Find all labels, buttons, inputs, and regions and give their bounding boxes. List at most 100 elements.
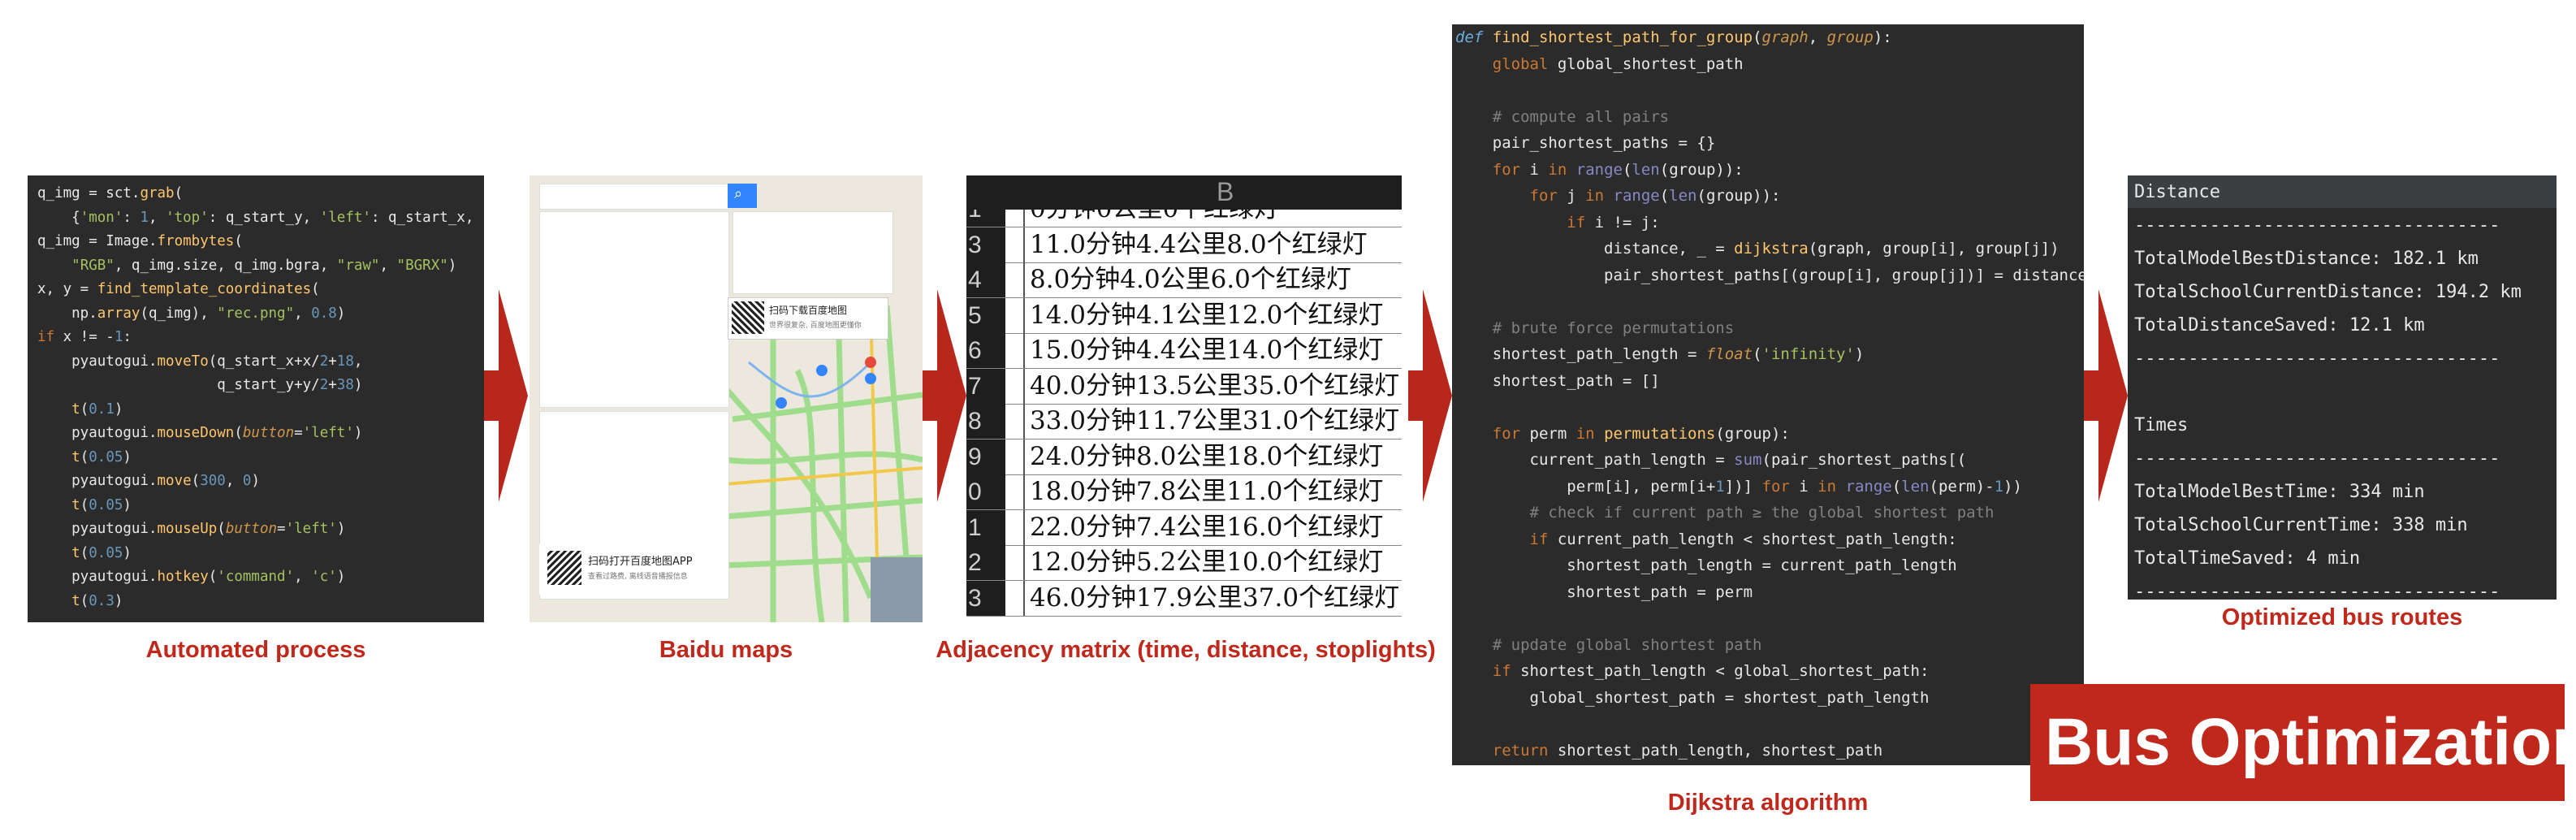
code-line: t(0.05) (71, 544, 132, 561)
code-line: pyautogui.moveTo(q_start_x+x/2+18, (37, 353, 363, 370)
code-line: if x != -1: (37, 329, 132, 345)
caption-dijkstra: Dijkstra algorithm (1667, 790, 1869, 816)
row-number: 0 (966, 474, 1005, 509)
code-line: if shortest_path_length < global_shortes… (1492, 662, 1930, 680)
sheet-cell: 15.0分钟4.4公里14.0个红绿灯 (1030, 336, 1384, 365)
sheet-row: 5 14.0分钟4.1公里12.0个红绿灯 (966, 297, 1402, 334)
row-number: 9 (966, 439, 1005, 474)
download-promo: 扫码下载百度地图 世界很复杂, 百度地图更懂你 (728, 297, 888, 340)
row-number: 3 (966, 227, 1005, 262)
code-line: shortest_path_length = float('infinity') (1455, 345, 1865, 363)
row-gutter (1005, 474, 1025, 509)
sheet-row: 0 18.0分钟7.8公里11.0个红绿灯 (966, 474, 1402, 510)
app-promo-subtitle: 查看过路费, 离线语音播报信息 (588, 573, 688, 581)
sheet-cell: 18.0分钟7.8公里11.0个红绿灯 (1030, 477, 1384, 506)
row-gutter (1005, 545, 1025, 580)
row-gutter (1005, 580, 1025, 616)
search-bar[interactable] (539, 184, 729, 210)
code-line: pair_shortest_paths = {} (1455, 134, 1716, 152)
code-line: pyautogui.mouseUp(button='left') (37, 521, 346, 537)
qr-code (732, 301, 764, 334)
dijkstra-code-panel: def find_shortest_path_for_group(graph, … (1452, 24, 2084, 765)
route-list-panel (539, 211, 729, 408)
sheet-cell: 14.0分钟4.1公里12.0个红绿灯 (1030, 300, 1384, 330)
row-number: 4 (966, 262, 1005, 297)
adjacency-matrix-sheet: B 10分钟0公里0个红绿灯311.0分钟4.4公里8.0个红绿灯48.0分钟4… (966, 175, 1408, 622)
total-model-best-distance: TotalModelBestDistance: 182.1 km (2134, 249, 2479, 269)
code-line: perm[i], perm[i+1])] for i in range(len(… (1455, 477, 2022, 496)
caption-adjacency-matrix: Adjacency matrix (time, distance, stopli… (936, 637, 1436, 663)
code-line: distance, _ = dijkstra(graph, group[i], … (1455, 240, 2060, 258)
search-icon: ⌕ (734, 185, 743, 202)
code-line: t(0.05) (71, 448, 132, 465)
flow-arrow (923, 289, 966, 502)
row-gutter (1005, 439, 1025, 474)
total-model-best-time: TotalModelBestTime: 334 min (2134, 482, 2425, 502)
code-line: if i != j: (1567, 213, 1660, 232)
sheet-row: 1 22.0分钟7.4公里16.0个红绿灯 (966, 509, 1402, 546)
code-line: global global_shortest_path (1492, 54, 1744, 73)
sheet-cell: 24.0分钟8.0公里18.0个红绿灯 (1030, 441, 1384, 471)
code-line: t(0.05) (71, 496, 132, 513)
flow-arrow (2084, 289, 2128, 502)
code-line: shortest_path_length = current_path_leng… (1455, 556, 1957, 574)
row-number: 2 (966, 545, 1005, 580)
row-gutter (1005, 297, 1025, 333)
sheet-row: 7 40.0分钟13.5公里35.0个红绿灯 (966, 368, 1402, 405)
sheet-cell: 40.0分钟13.5公里35.0个红绿灯 (1030, 370, 1400, 401)
code-line: shortest_path = perm (1455, 582, 1753, 601)
code-line: pair_shortest_paths[(group[i], group[j])… (1455, 266, 2084, 284)
sheet-row: 6 15.0分钟4.4公里14.0个红绿灯 (966, 333, 1402, 369)
row-gutter (1005, 227, 1025, 262)
download-promo-subtitle: 世界很复杂, 百度地图更懂你 (769, 322, 862, 330)
page-title: Bus Optimization (2045, 705, 2576, 779)
results-panel: Distance -------------------------------… (2128, 175, 2557, 600)
code-line: # update global shortest path (1492, 635, 1762, 654)
code-line: return shortest_path_length, shortest_pa… (1492, 741, 1883, 760)
sheet-cell: 33.0分钟11.7公里31.0个红绿灯 (1030, 406, 1400, 435)
separator: ---------------------------------- (2134, 582, 2500, 600)
sheet-row: 9 24.0分钟8.0公里18.0个红绿灯 (966, 439, 1402, 475)
code-line: def find_shortest_path_for_group(graph, … (1455, 28, 1892, 46)
flow-arrow (1408, 289, 1452, 502)
qr-code (547, 551, 581, 585)
code-line: current_path_length = sum(pair_shortest_… (1455, 451, 1967, 469)
row-number: 5 (966, 297, 1005, 333)
app-promo: 扫码打开百度地图APP 查看过路费, 离线语音播报信息 (539, 544, 728, 595)
row-gutter (1005, 509, 1025, 545)
code-line: shortest_path = [] (1455, 371, 1660, 390)
sheet-row: 4 8.0分钟4.0公里6.0个红绿灯 (966, 262, 1402, 298)
sheet-row: 8 33.0分钟11.7公里31.0个红绿灯 (966, 404, 1402, 439)
app-promo-title: 扫码打开百度地图APP (588, 556, 693, 568)
row-number: 8 (966, 404, 1005, 439)
caption-optimized-routes: Optimized bus routes (2221, 604, 2463, 630)
separator: ---------------------------------- (2134, 215, 2500, 236)
distance-header: Distance (2134, 182, 2220, 202)
row-number: 7 (966, 368, 1005, 404)
times-header: Times (2134, 415, 2189, 435)
sheet-row: 3 11.0分钟4.4公里8.0个红绿灯 (966, 227, 1402, 263)
sheet-row: 2 12.0分钟5.2公里10.0个红绿灯 (966, 545, 1402, 581)
code-line: q_start_y+y/2+38) (37, 377, 363, 393)
title-banner: Bus Optimization (2030, 684, 2576, 801)
code-line: pyautogui.move(300, 0) (37, 473, 260, 489)
sheet-cell: 12.0分钟5.2公里10.0个红绿灯 (1030, 548, 1384, 577)
code-line: t(0.1) (71, 401, 123, 418)
total-school-current-time: TotalSchoolCurrentTime: 338 min (2134, 515, 2468, 535)
row-number: 6 (966, 333, 1005, 368)
code-line: q_img = Image.frombytes( (37, 233, 243, 249)
sheet-cell: 46.0分钟17.9公里37.0个红绿灯 (1030, 582, 1400, 613)
sheet-column-header: B (966, 175, 1402, 210)
caption-automated-process: Automated process (145, 637, 366, 663)
code-line: x, y = find_template_coordinates( (37, 281, 320, 297)
code-line: global_shortest_path = shortest_path_len… (1455, 688, 1930, 707)
flow-arrow (484, 289, 528, 502)
code-line: # compute all pairs (1492, 107, 1670, 126)
code-line: {'mon': 1, 'top': q_start_y, 'left': q_s… (37, 209, 484, 226)
